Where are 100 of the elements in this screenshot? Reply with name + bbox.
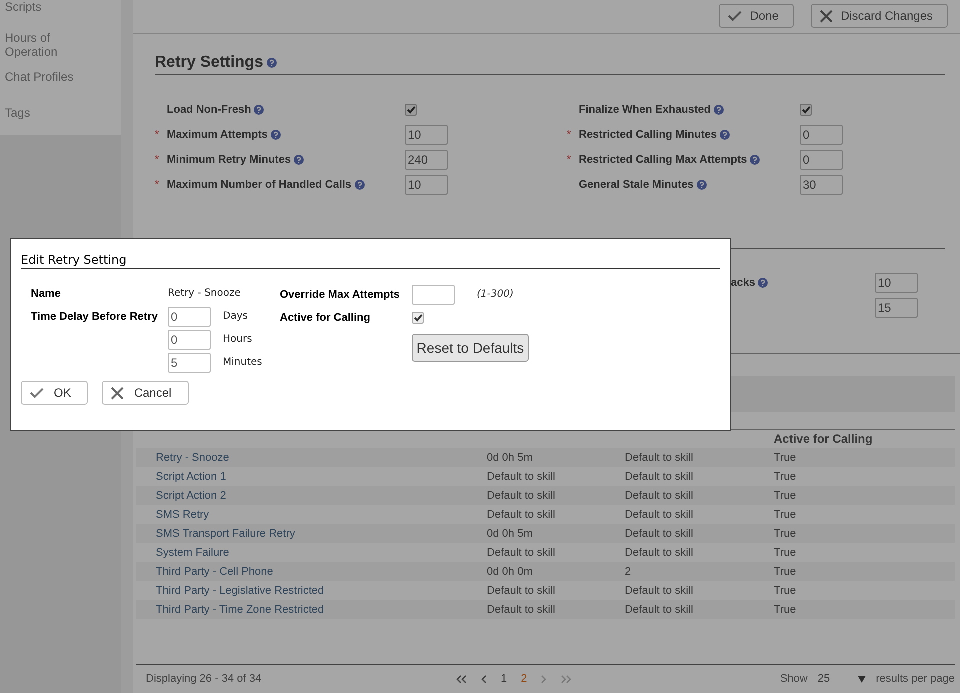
check-icon xyxy=(728,10,742,22)
field-label: Maximum Number of Handled Calls xyxy=(167,178,352,190)
input-field[interactable]: 0 xyxy=(800,124,843,144)
table-link[interactable]: SMS Transport Failure Retry xyxy=(156,528,487,540)
sidebar-item[interactable]: Hours of Operation xyxy=(5,31,99,59)
table-link[interactable]: Third Party - Time Zone Restricted xyxy=(156,604,487,616)
table-cell-text: True xyxy=(774,566,798,578)
field-label: Time Delay Before Retry xyxy=(31,310,158,322)
input-field[interactable]: 15 xyxy=(875,298,918,318)
required-mark: * xyxy=(155,128,160,140)
table-link[interactable]: SMS Retry xyxy=(156,508,487,520)
required-mark: * xyxy=(155,154,160,166)
sidebar-item[interactable]: Chat Profiles xyxy=(5,70,99,84)
table-cell-text: 0d 0h 0m xyxy=(487,566,534,578)
table-cell-text: Default to skill xyxy=(487,508,556,520)
previous-page-icon[interactable] xyxy=(481,674,487,684)
input-field[interactable]: 10 xyxy=(405,124,448,144)
page-link[interactable]: 1 xyxy=(501,673,508,685)
help-icon[interactable] xyxy=(271,130,282,140)
table-cell-text: 0d 0h 5m xyxy=(487,528,534,540)
table-cell-text: True xyxy=(774,584,798,596)
check-icon xyxy=(30,387,44,399)
help-icon[interactable] xyxy=(254,104,264,114)
table-cell-text: 0d 0h 5m xyxy=(487,452,534,464)
unit-label: Minutes xyxy=(223,357,262,368)
table-cell-text: Default to skill xyxy=(625,508,694,520)
table-cell-text: Default to skill xyxy=(625,584,694,596)
field-label: Maximum Attempts xyxy=(167,128,268,140)
dialog-button[interactable]: OK xyxy=(21,381,88,405)
help-icon[interactable] xyxy=(714,104,724,114)
page-summary: Displaying 26 - 34 of 34 xyxy=(146,673,263,685)
help-icon[interactable] xyxy=(267,58,278,68)
table-cell-text: True xyxy=(774,546,798,558)
field-label: Finalize When Exhausted xyxy=(579,104,712,116)
table-link[interactable]: Retry - Snooze xyxy=(156,452,487,464)
field-label: Restricted Calling Minutes xyxy=(579,128,718,140)
field-label: Minimum Retry Minutes xyxy=(167,154,292,166)
per-page-label: results per page xyxy=(876,673,955,685)
table-link[interactable]: Script Action 2 xyxy=(156,490,487,502)
table-cell-text: Default to skill xyxy=(625,470,694,482)
toolbar-button[interactable]: Discard Changes xyxy=(810,4,948,28)
field-label: Active for Calling xyxy=(280,312,372,324)
help-icon[interactable] xyxy=(758,278,768,288)
table-link[interactable]: System Failure xyxy=(156,546,487,558)
help-icon[interactable] xyxy=(354,180,365,190)
field-label: Override Max Attempts xyxy=(280,288,402,300)
column-header[interactable]: Active for Calling xyxy=(774,432,955,446)
table-cell-text: True xyxy=(774,470,798,482)
show-label: Show xyxy=(780,673,808,685)
field-label: General Stale Minutes xyxy=(579,178,694,190)
table-cell-text: True xyxy=(774,528,798,540)
input-field[interactable]: 30 xyxy=(800,174,843,194)
table-cell-text: Default to skill xyxy=(625,604,694,616)
table-cell-text: Default to skill xyxy=(625,452,694,464)
first-page-icon[interactable] xyxy=(456,674,467,684)
table-link[interactable]: Third Party - Legislative Restricted xyxy=(156,584,487,596)
input-field[interactable]: 0 xyxy=(168,306,211,326)
table-cell-text: 2 xyxy=(625,566,632,578)
toolbar-button[interactable]: Done xyxy=(719,4,794,28)
required-mark: * xyxy=(567,154,572,166)
table-cell-text: Default to skill xyxy=(487,604,556,616)
sidebar-item[interactable]: Scripts xyxy=(5,0,99,14)
table-cell-text: True xyxy=(774,452,798,464)
input-field[interactable]: 10 xyxy=(875,272,918,292)
table-cell-text: Default to skill xyxy=(625,528,694,540)
help-icon[interactable] xyxy=(294,154,304,164)
field-label: acks xyxy=(731,276,756,288)
table-cell-text: True xyxy=(774,490,798,502)
checkbox[interactable] xyxy=(412,312,424,324)
table-cell-text: Default to skill xyxy=(625,490,694,502)
page-link[interactable]: 2 xyxy=(521,673,528,685)
table-cell-text: Default to skill xyxy=(487,546,556,558)
input-field[interactable] xyxy=(412,284,455,304)
help-icon[interactable] xyxy=(696,180,707,190)
table-link[interactable]: Third Party - Cell Phone xyxy=(156,566,487,578)
table-cell-text: Default to skill xyxy=(487,490,556,502)
reset-button[interactable]: Reset to Defaults xyxy=(412,334,529,362)
input-field[interactable]: 10 xyxy=(405,174,448,194)
unit-label: Hours xyxy=(223,334,252,345)
required-mark: * xyxy=(567,128,572,140)
name-value: Retry - Snooze xyxy=(168,288,241,299)
close-icon xyxy=(111,386,124,400)
field-label: Load Non-Fresh xyxy=(167,104,252,116)
field-label: Name xyxy=(31,288,61,300)
range-hint: (1-300) xyxy=(477,289,514,300)
page-size-select[interactable]: 25 xyxy=(818,673,866,685)
input-field[interactable]: 5 xyxy=(168,352,211,372)
close-icon xyxy=(820,10,833,22)
table-cell-text: Default to skill xyxy=(625,546,694,558)
input-field[interactable]: 0 xyxy=(800,150,843,170)
checkbox[interactable] xyxy=(800,104,812,116)
checkbox[interactable] xyxy=(405,104,417,116)
help-icon[interactable] xyxy=(750,154,760,164)
input-field[interactable]: 240 xyxy=(405,150,448,170)
dialog-button[interactable]: Cancel xyxy=(102,381,189,405)
help-icon[interactable] xyxy=(720,130,730,140)
table-link[interactable]: Script Action 1 xyxy=(156,470,487,482)
table-cell-text: Default to skill xyxy=(487,470,556,482)
sidebar-item[interactable]: Tags xyxy=(5,106,99,120)
input-field[interactable]: 0 xyxy=(168,330,211,350)
